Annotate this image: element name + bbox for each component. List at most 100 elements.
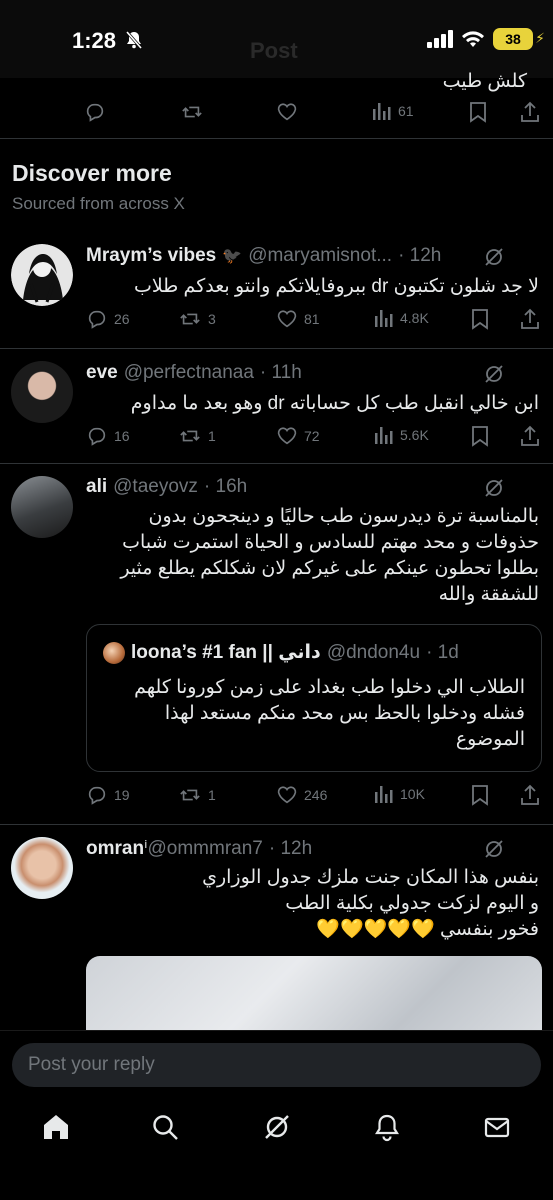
views-button[interactable]: 61 (372, 101, 414, 121)
display-name[interactable]: eve (86, 362, 118, 384)
quote-display-name: loona’s #1 fan || داني (131, 642, 321, 663)
reply-text: كلش طيب (442, 71, 527, 92)
repost-icon (180, 789, 200, 801)
reply-count: 16 (114, 428, 130, 444)
like-button[interactable] (276, 101, 298, 123)
reply-button[interactable] (84, 101, 106, 123)
views-icon (375, 310, 393, 327)
views-button[interactable]: 10K (374, 784, 425, 804)
repost-button[interactable]: 1 (178, 784, 216, 806)
repost-button[interactable]: 3 (178, 308, 216, 330)
grok-icon[interactable] (483, 477, 505, 499)
post-header: ali @taeyovz · 16h (86, 476, 247, 498)
like-count: 81 (304, 311, 320, 327)
reply-icon (86, 103, 104, 122)
reply-count: 19 (114, 787, 130, 803)
grok-icon[interactable] (483, 838, 505, 860)
post-actions: 19 1 246 10K (0, 784, 553, 814)
messages-icon[interactable] (482, 1112, 512, 1142)
status-bar: 1:28 Post 38 ⚡ (0, 0, 553, 78)
repost-count: 3 (208, 311, 216, 327)
display-name[interactable]: Mraym’s vibes (86, 245, 216, 267)
bookmark-icon (470, 102, 486, 123)
reply-icon (88, 310, 106, 329)
reply-icon (88, 427, 106, 446)
bookmark-icon (472, 309, 488, 330)
bookmark-button[interactable] (471, 308, 489, 330)
views-count: 5.6K (400, 427, 429, 443)
post-text: بنفس هذا المكان جنت ملزك جدول الوزاري و … (202, 867, 539, 940)
post-card[interactable]: Mraym’s vibes 🐦‍⬛ @maryamisnot... · 12h … (0, 232, 553, 348)
status-time: 1:28 (72, 28, 117, 53)
search-icon[interactable] (150, 1112, 180, 1142)
bookmark-button[interactable] (471, 784, 489, 806)
post-card[interactable]: ali @taeyovz · 16h بالمناسبة ترة ديدرسون… (0, 464, 553, 824)
share-button[interactable] (520, 308, 540, 330)
repost-icon (180, 430, 200, 442)
timestamp: · 11h (259, 362, 302, 383)
avatar[interactable] (11, 361, 73, 423)
post-actions: 26 3 81 4.8K (0, 308, 553, 338)
handle[interactable]: @perfectnanaa (124, 362, 254, 384)
quote-header: loona’s #1 fan || داني @dndon4u · 1d (103, 641, 459, 664)
grok-icon[interactable] (262, 1112, 292, 1142)
cellular-signal-icon (427, 30, 453, 48)
share-button[interactable] (520, 101, 540, 123)
share-button[interactable] (520, 784, 540, 806)
charging-bolt-icon: ⚡ (535, 30, 545, 46)
heart-icon (277, 786, 297, 804)
bookmark-icon (472, 785, 488, 806)
bell-muted-icon (125, 31, 143, 49)
bookmark-button[interactable] (469, 101, 487, 123)
post-text: بالمناسبة ترة ديدرسون طب حاليًا و دينجحو… (120, 506, 539, 605)
handle[interactable]: @taeyovz (113, 476, 198, 498)
divider (0, 138, 553, 139)
handle[interactable]: @maryamisnot... (248, 245, 392, 267)
repost-button[interactable]: 1 (178, 425, 216, 447)
grok-icon[interactable] (483, 363, 505, 385)
like-button[interactable]: 246 (276, 784, 327, 806)
reply-input[interactable] (12, 1043, 541, 1087)
quoted-post[interactable]: loona’s #1 fan || داني @dndon4u · 1d الط… (86, 624, 542, 772)
views-button[interactable]: 5.6K (374, 425, 429, 445)
heart-icon (277, 103, 297, 121)
display-name[interactable]: omran (86, 838, 144, 860)
views-count: 4.8K (400, 310, 429, 326)
share-icon (521, 101, 539, 122)
battery-level: 38 (505, 31, 521, 47)
quote-avatar (103, 641, 125, 664)
reply-button[interactable]: 26 (86, 308, 130, 330)
battery-indicator: 38 ⚡ (493, 28, 545, 50)
bottom-nav (0, 1100, 553, 1152)
post-card[interactable]: eve @perfectnanaa · 11h ابن خالي انقبل ط… (0, 349, 553, 463)
post-header: eve @perfectnanaa · 11h (86, 362, 302, 384)
avatar[interactable] (11, 837, 73, 899)
avatar[interactable] (11, 244, 73, 306)
share-button[interactable] (520, 425, 540, 447)
timestamp: · 12h (398, 245, 442, 266)
like-button[interactable]: 72 (276, 425, 320, 447)
post-text: لا جد شلون تكتبون dr ببروفايلاتكم وانتو … (133, 276, 539, 297)
quote-text: الطلاب الي دخلوا طب بغداد على زمن كورونا… (134, 677, 525, 750)
grok-icon[interactable] (483, 246, 505, 268)
wifi-icon (462, 31, 484, 47)
section-title: Discover more (12, 160, 172, 186)
reply-icon (88, 786, 106, 805)
reply-button[interactable]: 16 (86, 425, 130, 447)
timestamp: · 16h (203, 476, 248, 497)
display-name[interactable]: ali (86, 476, 107, 498)
repost-icon (180, 313, 200, 325)
repost-button[interactable] (180, 101, 204, 123)
repost-icon (182, 106, 202, 118)
reply-button[interactable]: 19 (86, 784, 130, 806)
timestamp: · 12h (268, 837, 313, 859)
like-button[interactable]: 81 (276, 308, 320, 330)
bookmark-button[interactable] (471, 425, 489, 447)
handle[interactable]: @ommmran7 (147, 838, 262, 860)
views-button[interactable]: 4.8K (374, 308, 429, 328)
status-indicators: 38 ⚡ (427, 28, 545, 50)
avatar[interactable] (11, 476, 73, 538)
views-icon (373, 103, 391, 120)
notifications-icon[interactable] (372, 1112, 402, 1142)
home-icon[interactable] (41, 1112, 71, 1142)
